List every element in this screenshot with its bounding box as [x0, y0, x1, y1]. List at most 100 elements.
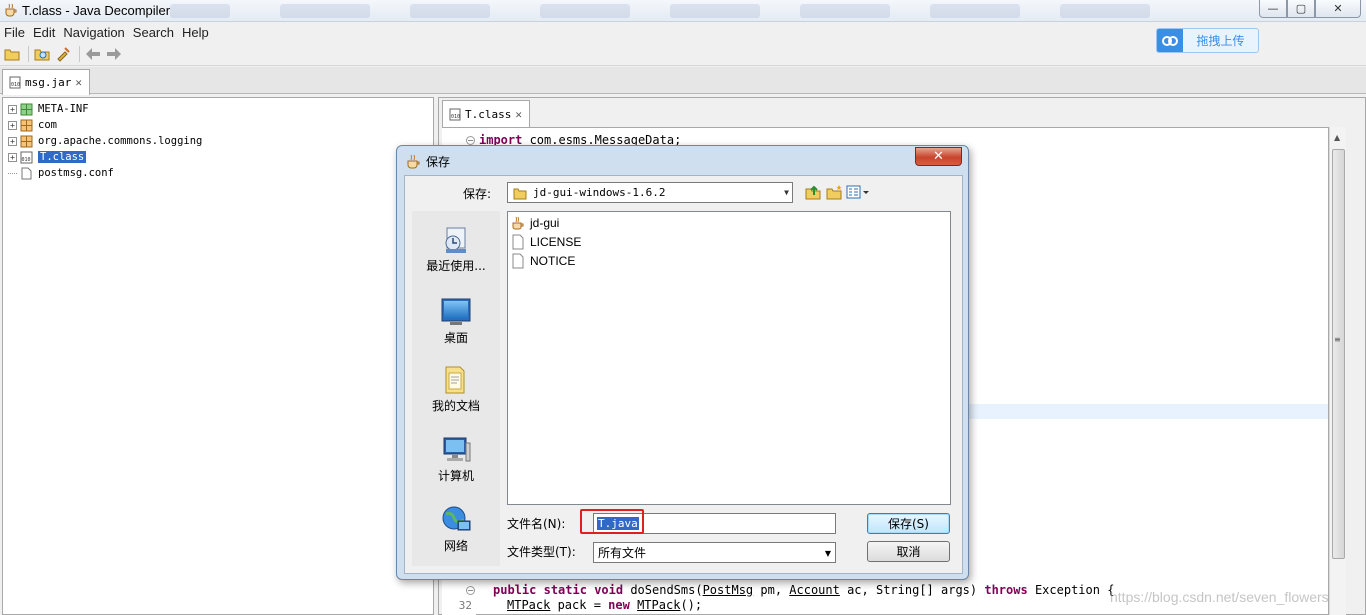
tab-t-class[interactable]: 010 T.class ✕ — [442, 100, 530, 127]
file-icon — [512, 234, 524, 250]
expand-icon[interactable]: + — [8, 120, 17, 130]
minimize-button[interactable]: — — [1259, 0, 1287, 18]
blurred-taskbar-item — [930, 4, 1020, 18]
up-folder-icon[interactable] — [804, 184, 822, 200]
maximize-button[interactable]: ▢ — [1287, 0, 1315, 18]
close-tab-icon[interactable]: ✕ — [75, 76, 82, 89]
watermark: https://blog.csdn.net/seven_flowers — [1110, 589, 1329, 605]
blurred-taskbar-item — [800, 4, 890, 18]
recent-icon — [445, 227, 466, 253]
open-file-button[interactable] — [3, 45, 21, 63]
open-type-button[interactable] — [33, 45, 51, 63]
save-in-label: 保存: — [463, 187, 492, 201]
search-button[interactable] — [54, 45, 72, 63]
dialog-title: 保存 — [426, 155, 451, 169]
documents-icon — [445, 366, 465, 394]
coffee-cup-icon — [5, 3, 17, 17]
package-icon — [20, 103, 33, 115]
place-documents[interactable]: 我的文档 — [412, 365, 500, 414]
file-name-label: 文件名(N): — [507, 517, 566, 531]
tree-connector — [8, 172, 17, 174]
toolbar-separator — [79, 45, 80, 62]
line-number: 32 — [458, 599, 472, 612]
expand-icon[interactable]: + — [8, 152, 17, 162]
desktop-icon — [441, 298, 471, 325]
save-button[interactable]: 保存(S) — [867, 513, 950, 534]
fold-collapse-icon[interactable]: − — [466, 136, 475, 145]
vertical-scrollbar[interactable]: ▲ ≡ — [1329, 127, 1346, 615]
menu-help[interactable]: Help — [182, 25, 209, 40]
forward-button[interactable] — [105, 45, 123, 63]
tree-item-meta-inf[interactable]: + META-INF — [8, 101, 89, 117]
view-menu-icon[interactable] — [846, 184, 870, 200]
blurred-taskbar-item — [540, 4, 630, 18]
tab-msg-jar[interactable]: 010 msg.jar ✕ — [2, 69, 90, 95]
open-folder-icon — [4, 49, 20, 60]
svg-text:010: 010 — [22, 157, 31, 163]
menu-navigation[interactable]: Navigation — [63, 25, 124, 40]
folder-icon — [513, 188, 527, 199]
cancel-button[interactable]: 取消 — [867, 541, 950, 562]
title-bar: T.class - Java Decompiler — ▢ ✕ — [0, 0, 1366, 22]
file-item-notice[interactable]: NOTICE — [511, 252, 575, 270]
blurred-taskbar-item — [410, 4, 490, 18]
chevron-down-icon: ▼ — [784, 188, 789, 197]
folder-search-icon — [34, 49, 50, 60]
menu-search[interactable]: Search — [133, 25, 174, 40]
file-list: jd-gui LICENSE NOTICE — [507, 211, 951, 505]
file-item-jd-gui[interactable]: jd-gui — [511, 214, 559, 232]
window-title: T.class - Java Decompiler — [22, 3, 171, 18]
blurred-taskbar-item — [670, 4, 760, 18]
flashlight-icon — [57, 46, 70, 62]
file-icon — [21, 167, 32, 179]
menu-edit[interactable]: Edit — [33, 25, 55, 40]
svg-text:010: 010 — [451, 114, 460, 120]
file-icon — [512, 253, 524, 269]
highlight-annotation-box — [580, 509, 644, 534]
scroll-up-icon[interactable]: ▲ — [1334, 133, 1340, 142]
place-recent[interactable]: 最近使用... — [412, 225, 500, 274]
jar-icon: 010 — [9, 76, 21, 89]
tree-item-t-class[interactable]: + 010 T.class — [8, 149, 87, 165]
back-button[interactable] — [84, 45, 102, 63]
window-close-button[interactable]: ✕ — [1315, 0, 1361, 18]
drag-upload-button[interactable]: 拖拽上传 — [1156, 28, 1259, 53]
file-type-label: 文件类型(T): — [507, 545, 576, 559]
place-desktop[interactable]: 桌面 — [412, 297, 500, 346]
tab-label: T.class — [465, 107, 512, 121]
fold-collapse-icon[interactable]: − — [466, 586, 475, 595]
menu-file[interactable]: File — [4, 25, 25, 40]
class-file-icon: 010 — [20, 151, 33, 163]
save-in-value: jd-gui-windows-1.6.2 — [533, 186, 666, 199]
place-computer[interactable]: 计算机 — [412, 435, 500, 484]
computer-icon — [443, 437, 471, 462]
scroll-grip-icon: ≡ — [1334, 335, 1341, 344]
dialog-title-bar: 保存 — [406, 153, 450, 170]
file-type-value: 所有文件 — [598, 546, 647, 560]
tab-label: msg.jar — [25, 76, 72, 89]
scrollbar-thumb[interactable] — [1332, 149, 1345, 559]
save-in-dropdown[interactable]: jd-gui-windows-1.6.2 ▼ — [507, 182, 793, 203]
arrow-left-icon — [86, 47, 100, 60]
file-type-dropdown[interactable]: 所有文件 ▼ — [593, 542, 836, 563]
svg-text:010: 010 — [11, 82, 20, 88]
tree-item-com[interactable]: + com — [8, 117, 57, 133]
package-icon — [20, 119, 33, 131]
arrow-right-icon — [107, 47, 121, 60]
new-folder-icon[interactable] — [825, 184, 843, 200]
tree-item-org-apache-commons-logging[interactable]: + org.apache.commons.logging — [8, 133, 202, 149]
blurred-taskbar-item — [280, 4, 370, 18]
tree-item-postmsg-conf[interactable]: postmsg.conf — [8, 165, 114, 181]
close-tab-icon[interactable]: ✕ — [515, 108, 522, 121]
place-network[interactable]: 网络 — [412, 505, 500, 554]
blurred-taskbar-item — [170, 4, 230, 18]
expand-icon[interactable]: + — [8, 104, 17, 114]
file-item-license[interactable]: LICENSE — [511, 233, 581, 251]
cloud-icon — [1157, 29, 1183, 52]
java-app-icon — [512, 216, 524, 230]
network-icon — [442, 506, 471, 531]
code-line-32: MTPack pack = new MTPack(); — [507, 598, 703, 612]
blurred-taskbar-item — [1060, 4, 1150, 18]
expand-icon[interactable]: + — [8, 136, 17, 146]
dialog-close-button[interactable]: ✕ — [915, 147, 962, 166]
